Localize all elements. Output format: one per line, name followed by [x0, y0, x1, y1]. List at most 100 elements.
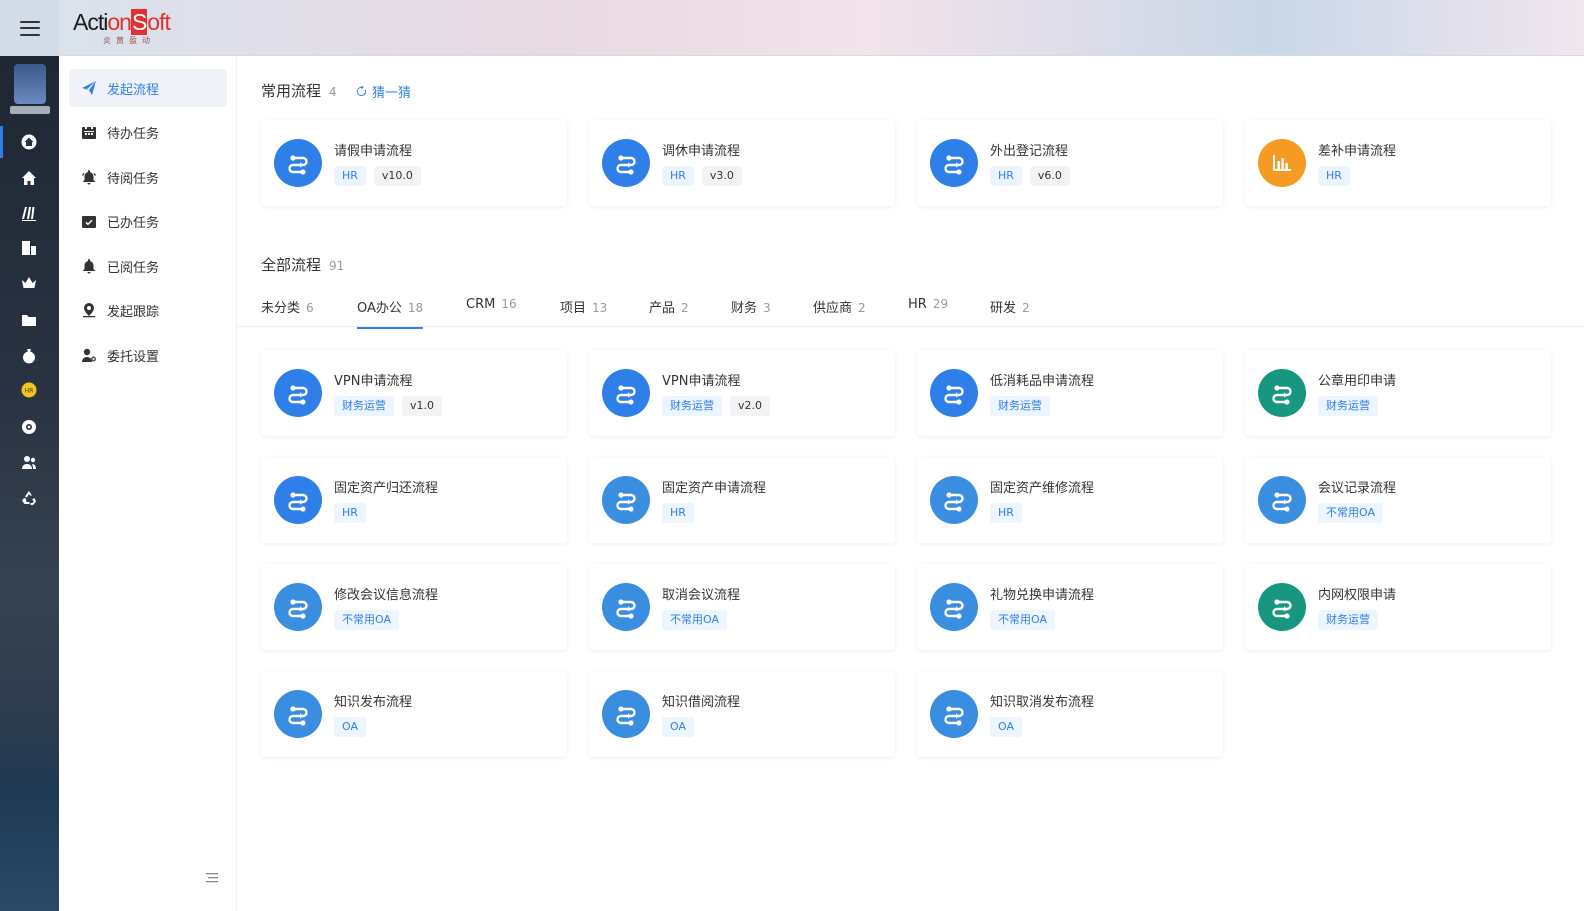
- nav-item-6[interactable]: 发起跟踪: [69, 291, 227, 329]
- tab-label: 供应商: [813, 301, 853, 316]
- flow-icon: [930, 583, 978, 631]
- process-tags: 财务运营: [990, 396, 1050, 416]
- process-card[interactable]: VPN申请流程 财务运营 v1.0: [261, 350, 567, 436]
- settings-circle-icon[interactable]: [19, 417, 39, 437]
- process-card[interactable]: 会议记录流程不常用OA: [1245, 457, 1551, 543]
- folder-icon[interactable]: [19, 310, 39, 330]
- process-card[interactable]: 固定资产归还流程 HR: [261, 457, 567, 543]
- process-card[interactable]: 礼物兑换申请流程不常用OA: [917, 564, 1223, 650]
- process-tags: HR: [1318, 166, 1350, 186]
- process-card[interactable]: 低消耗品申请流程 财务运营: [917, 350, 1223, 436]
- tab-7[interactable]: 供应商 2: [813, 297, 866, 327]
- common-flows-title: 常用流程 4: [261, 82, 337, 100]
- process-card[interactable]: VPN申请流程 财务运营 v2.0: [589, 350, 895, 436]
- process-tags: OA: [662, 717, 694, 737]
- nav-item-label: 委托设置: [107, 349, 160, 365]
- tab-4[interactable]: 项目 13: [560, 297, 607, 327]
- building-icon[interactable]: [19, 238, 39, 258]
- books-icon[interactable]: [19, 203, 39, 223]
- calendar-check-icon: [79, 211, 99, 231]
- process-card[interactable]: 请假申请流程 HR v10.0: [261, 120, 567, 206]
- process-title: 调休申请流程: [662, 144, 741, 159]
- category-tag: OA: [990, 717, 1022, 737]
- version-tag: v2.0: [730, 396, 771, 416]
- version-tag: v10.0: [373, 166, 421, 186]
- tab-6[interactable]: 财务 3: [731, 297, 771, 327]
- flow-icon: [1258, 369, 1306, 417]
- category-tag: 不常用OA: [662, 610, 727, 630]
- category-tag: 不常用OA: [1318, 503, 1383, 523]
- process-title: 固定资产维修流程: [990, 481, 1095, 496]
- nav-item-5[interactable]: 已阅任务: [69, 247, 227, 285]
- process-tags: HR: [662, 503, 694, 523]
- process-tags: 财务运营 v2.0: [662, 396, 771, 416]
- process-title: 固定资产归还流程: [334, 481, 439, 496]
- process-card[interactable]: 取消会议流程 不常用OA: [589, 564, 895, 650]
- nav-item-1[interactable]: 发起流程: [69, 69, 227, 107]
- recycle-icon[interactable]: [19, 488, 39, 508]
- process-card[interactable]: 修改会议信息流程 不常用OA: [261, 564, 567, 650]
- flow-icon: [602, 690, 650, 738]
- process-tags: HR: [334, 503, 366, 523]
- flow-icon: [930, 476, 978, 524]
- nav-item-4[interactable]: 已办任务: [69, 202, 227, 240]
- process-card[interactable]: 外出登记流程 HR v6.0: [917, 120, 1223, 206]
- process-tags: 财务运营 v1.0: [334, 396, 443, 416]
- users-icon[interactable]: [19, 452, 39, 472]
- menu-toggle-button[interactable]: [0, 0, 59, 56]
- app-icon-bar: HR: [0, 56, 59, 911]
- tab-count: 6: [306, 301, 314, 315]
- process-card[interactable]: 内网权限申请 财务运营: [1245, 564, 1551, 650]
- process-tags: OA: [990, 717, 1022, 737]
- top-header: ActionSoft 炎黄盈动: [0, 0, 1584, 56]
- tab-3[interactable]: CRM 16: [466, 297, 517, 327]
- process-tags: 财务运营: [1318, 610, 1378, 630]
- process-card[interactable]: 知识发布流程 OA: [261, 671, 567, 757]
- guess-button[interactable]: 猜一猜: [356, 82, 411, 101]
- process-card[interactable]: 公章用印申请 财务运营: [1245, 350, 1551, 436]
- process-title: 差补申请流程: [1318, 144, 1397, 159]
- process-tags: HR v10.0: [334, 166, 421, 186]
- process-card[interactable]: 知识取消发布流程 OA: [917, 671, 1223, 757]
- process-card[interactable]: 固定资产维修流程 HR: [917, 457, 1223, 543]
- process-card[interactable]: 知识借阅流程 OA: [589, 671, 895, 757]
- nav-item-3[interactable]: 待阅任务: [69, 158, 227, 196]
- home-icon[interactable]: [19, 168, 39, 188]
- process-tags: 财务运营: [1318, 396, 1378, 416]
- category-tag: HR: [990, 503, 1022, 523]
- version-tag: v6.0: [1029, 166, 1070, 186]
- flow-icon: [930, 369, 978, 417]
- tab-label: 项目: [560, 301, 587, 316]
- process-title: 知识发布流程: [334, 695, 413, 710]
- process-title: 礼物兑换申请流程: [990, 588, 1095, 603]
- user-name-blur: [10, 106, 50, 114]
- tab-5[interactable]: 产品 2: [649, 297, 689, 327]
- avatar[interactable]: [14, 64, 46, 104]
- tab-label: CRM: [466, 297, 496, 312]
- tab-count: 3: [763, 301, 771, 315]
- tab-count: 2: [858, 301, 866, 315]
- tab-label: 产品: [649, 301, 676, 316]
- collapse-icon[interactable]: [205, 871, 219, 885]
- process-card[interactable]: 固定资产申请流程 HR: [589, 457, 895, 543]
- nav-item-7[interactable]: 委托设置: [69, 336, 227, 374]
- category-tag: 不常用OA: [990, 610, 1055, 630]
- category-tag: HR: [334, 166, 366, 186]
- nav-item-2[interactable]: 待办任务: [69, 113, 227, 151]
- process-title: 会议记录流程: [1318, 481, 1397, 496]
- category-tag: 财务运营: [1318, 610, 1378, 630]
- tab-8[interactable]: HR 29: [908, 297, 948, 327]
- flow-icon: [602, 583, 650, 631]
- all-flows-title: 全部流程 91: [261, 256, 345, 274]
- money-bag-icon[interactable]: [19, 346, 39, 366]
- process-card[interactable]: 差补申请流程 HR: [1245, 120, 1551, 206]
- flow-icon: [930, 139, 978, 187]
- tab-9[interactable]: 研发 2: [990, 297, 1030, 327]
- crown-icon[interactable]: [19, 273, 39, 293]
- hr-badge-icon[interactable]: HR: [19, 380, 39, 400]
- process-tags: 不常用OA: [1318, 503, 1383, 523]
- process-card[interactable]: 调休申请流程 HR v3.0: [589, 120, 895, 206]
- tab-1[interactable]: 未分类 6: [261, 297, 314, 327]
- home-circle-icon[interactable]: [19, 132, 39, 152]
- tab-2[interactable]: OA办公 18: [357, 297, 424, 329]
